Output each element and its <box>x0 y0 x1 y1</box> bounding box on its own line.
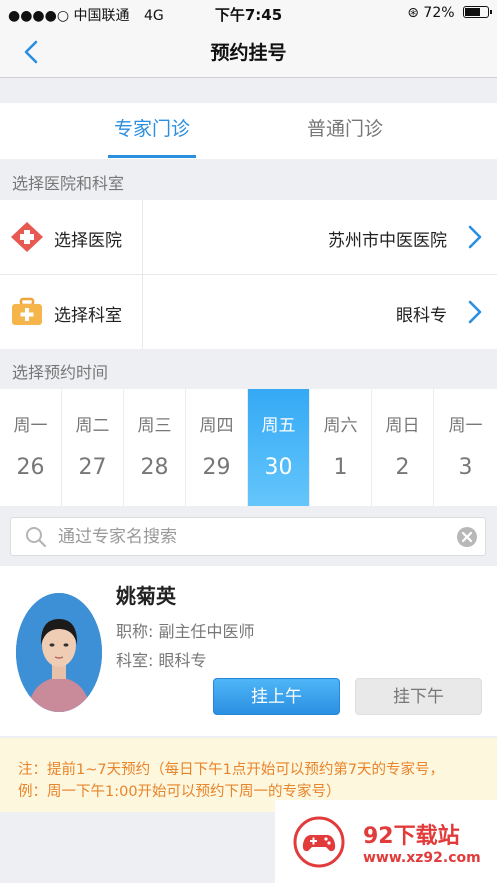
site-watermark: 92下载站 www.xz92.com <box>275 800 497 883</box>
watermark-title: 92下载站 <box>363 824 460 849</box>
day-date: 2 <box>395 455 410 480</box>
battery-percent: 72% <box>423 5 455 21</box>
tab-expert-clinic[interactable]: 专家门诊 <box>108 103 196 159</box>
day-date: 1 <box>333 455 348 480</box>
date-picker: 周一 26 周二 27 周三 28 周四 29 周五 30 周六 1 周日 2 … <box>0 389 497 506</box>
navigation-bar: 预约挂号 <box>0 26 497 78</box>
day-cell[interactable]: 周一 26 <box>0 389 62 506</box>
book-afternoon-button[interactable]: 挂下午 <box>355 678 482 715</box>
doctor-card: 姚菊英 职称: 副主任中医师 科室: 眼科专 挂上午 挂下午 <box>0 566 497 736</box>
note-line-1: 注：提前1~7天预约（每日下午1点开始可以预约第7天的专家号， <box>18 762 445 778</box>
tab-general-label: 普通门诊 <box>306 118 383 140</box>
day-cell[interactable]: 周三 28 <box>124 389 186 506</box>
clear-icon[interactable] <box>457 527 477 547</box>
selected-hospital-value: 苏州市中医医院 <box>328 231 447 251</box>
day-weekday: 周五 <box>261 416 296 436</box>
clinic-type-tabs: 专家门诊 普通门诊 <box>0 103 497 159</box>
tab-general-clinic[interactable]: 普通门诊 <box>301 103 389 159</box>
day-weekday: 周三 <box>137 416 172 436</box>
select-department-label: 选择科室 <box>54 306 122 326</box>
search-icon <box>26 527 47 548</box>
day-weekday: 周二 <box>75 416 110 436</box>
day-date: 27 <box>78 455 107 480</box>
expert-search-box <box>10 517 486 556</box>
day-cell[interactable]: 周一 3 <box>434 389 497 506</box>
gamepad-logo-icon <box>293 816 345 868</box>
day-cell[interactable]: 周二 27 <box>62 389 124 506</box>
orientation-lock-icon: ⊛ <box>407 5 419 21</box>
select-department-row[interactable]: 选择科室 眼科专 <box>0 275 497 349</box>
day-weekday: 周一 <box>448 416 483 436</box>
day-weekday: 周四 <box>199 416 234 436</box>
select-hospital-row[interactable]: 选择医院 苏州市中医医院 <box>0 200 497 274</box>
doctor-name: 姚菊英 <box>116 584 176 608</box>
status-right: ⊛ 72% <box>407 5 492 21</box>
day-date: 29 <box>202 455 231 480</box>
note-line-2: 例：周一下午1:00开始可以预约下周一的专家号） <box>18 784 341 800</box>
chevron-right-icon <box>468 300 482 324</box>
day-weekday: 周一 <box>13 416 48 436</box>
hospital-icon-cell: 选择医院 <box>0 200 143 274</box>
tab-expert-label: 专家门诊 <box>113 118 190 140</box>
hospital-cross-icon <box>11 222 43 252</box>
doctor-photo-icon <box>16 593 102 712</box>
chevron-right-icon <box>468 225 482 249</box>
selected-department-value: 眼科专 <box>396 306 447 326</box>
day-date: 26 <box>16 455 45 480</box>
doctor-title: 职称: 副主任中医师 <box>116 622 255 641</box>
day-date: 3 <box>458 455 473 480</box>
select-hospital-label: 选择医院 <box>54 231 122 251</box>
day-weekday: 周日 <box>385 416 420 436</box>
doctor-avatar <box>16 593 102 712</box>
medical-kit-icon <box>12 297 42 325</box>
watermark-url: www.xz92.com <box>363 850 481 866</box>
active-tab-indicator <box>108 155 196 158</box>
status-bar: ●●●●○ 中国联通 4G 下午7:45 ⊛ 72% <box>0 0 497 26</box>
book-morning-button[interactable]: 挂上午 <box>213 678 340 715</box>
day-date: 30 <box>264 455 293 480</box>
battery-icon <box>463 6 492 18</box>
department-icon-cell: 选择科室 <box>0 275 143 349</box>
page-title: 预约挂号 <box>210 42 287 64</box>
day-cell[interactable]: 周日 2 <box>372 389 434 506</box>
day-cell[interactable]: 周四 29 <box>186 389 248 506</box>
section-title-hospital: 选择医院和科室 <box>12 174 125 193</box>
doctor-department: 科室: 眼科专 <box>116 651 207 670</box>
expert-search-input[interactable] <box>58 524 438 550</box>
day-cell[interactable]: 周六 1 <box>310 389 372 506</box>
day-weekday: 周六 <box>323 416 358 436</box>
search-bar-area <box>0 506 497 564</box>
section-title-time: 选择预约时间 <box>12 363 109 382</box>
day-cell-selected[interactable]: 周五 30 <box>248 389 310 506</box>
day-date: 28 <box>140 455 169 480</box>
